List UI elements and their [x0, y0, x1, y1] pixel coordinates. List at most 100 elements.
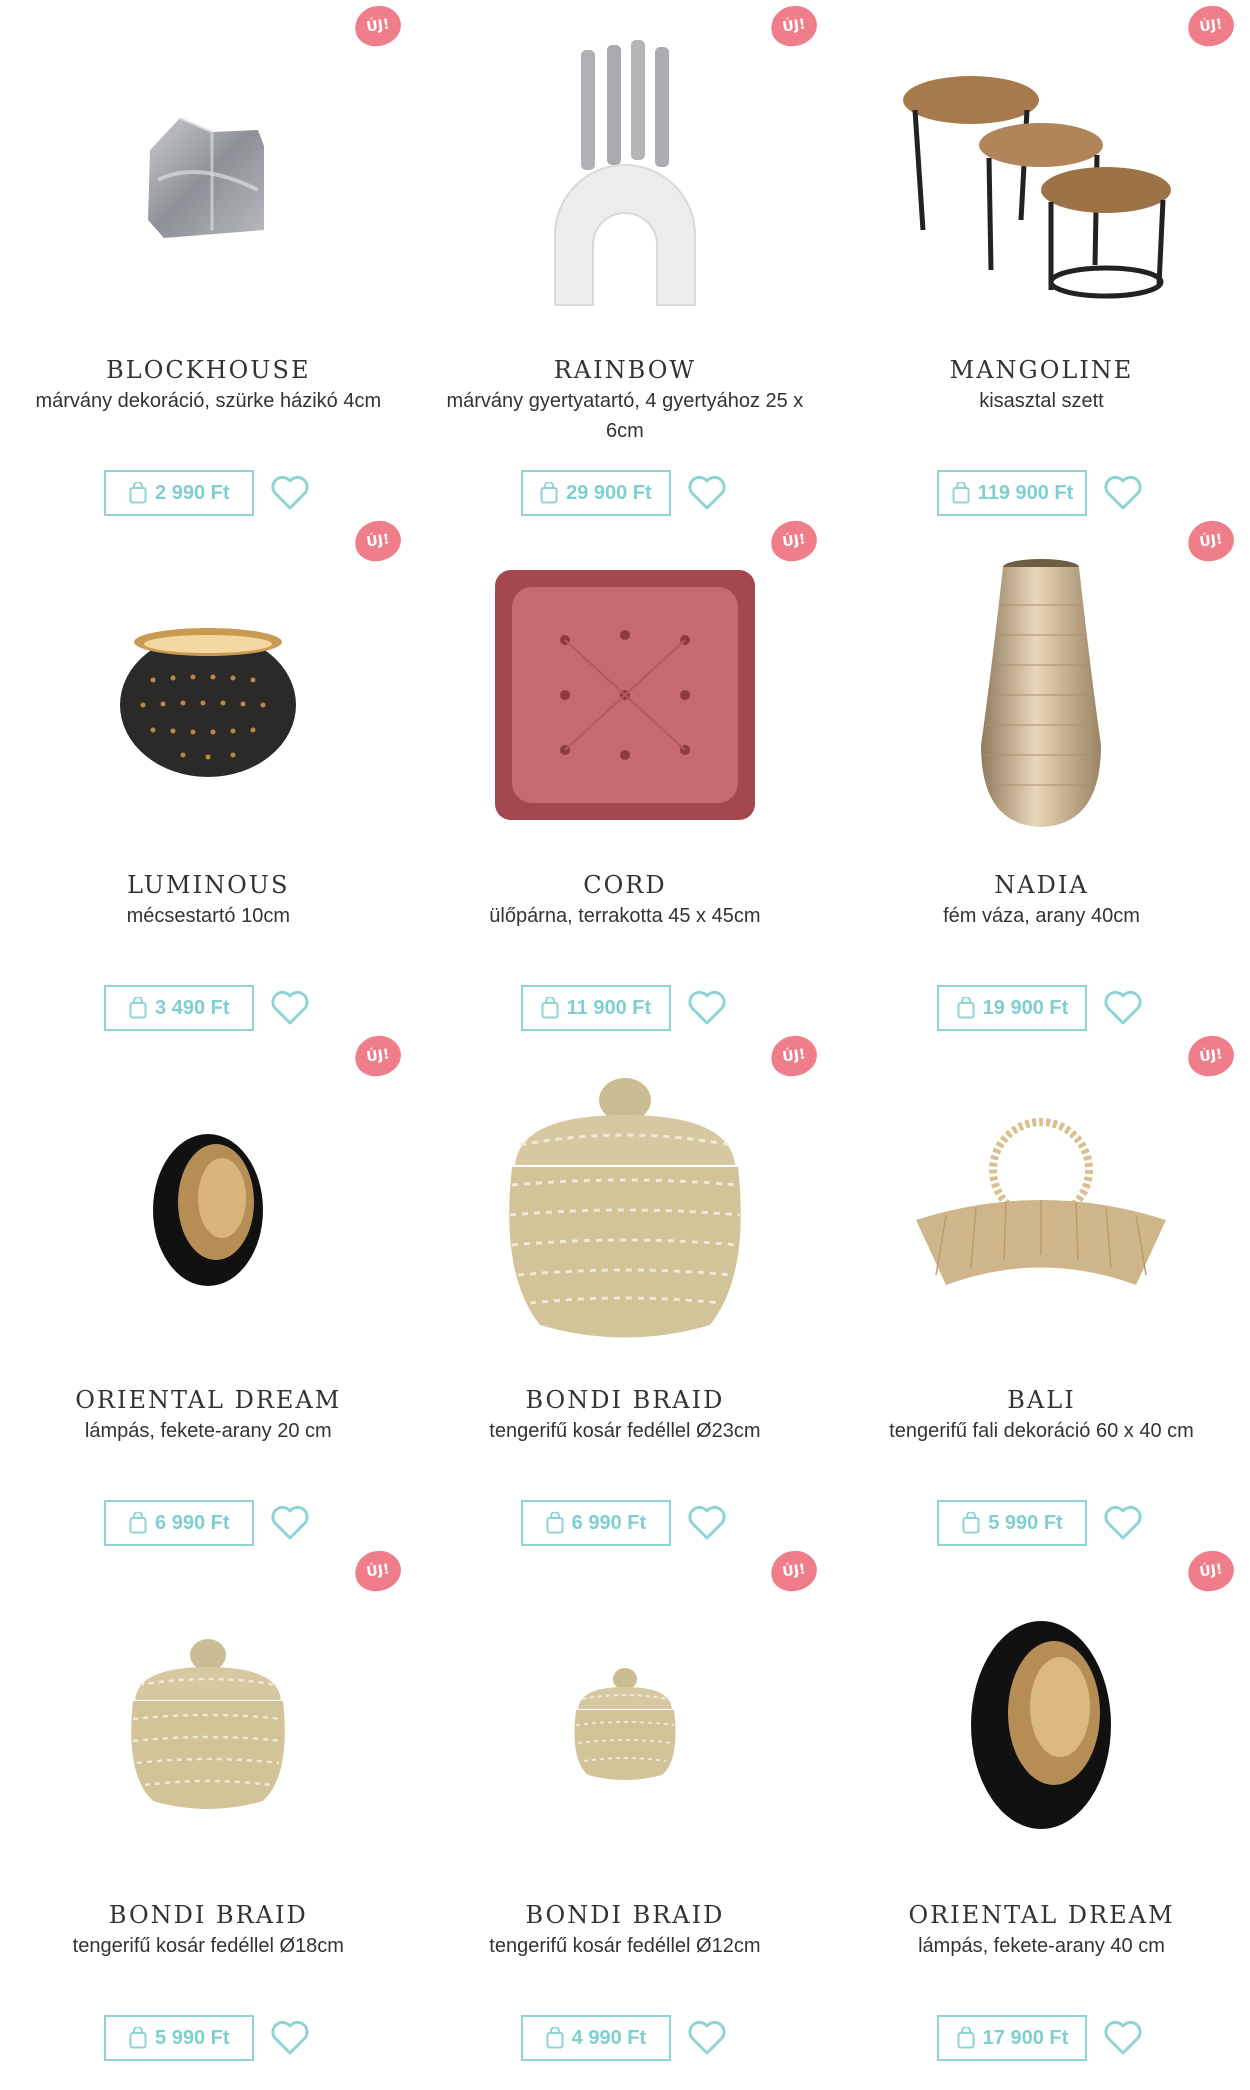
product-name[interactable]: BONDI BRAID	[525, 1901, 724, 1929]
shopping-bag-icon	[541, 997, 559, 1019]
product-description: ülőpárna, terrakotta 45 x 45cm	[489, 905, 761, 927]
product-image-egg-lantern-small[interactable]	[58, 1060, 358, 1360]
wishlist-button[interactable]	[1101, 2016, 1145, 2060]
product-image-arch-candle-holder[interactable]	[475, 30, 775, 330]
product-description: kisasztal szett	[979, 390, 1104, 412]
heart-icon	[688, 475, 726, 510]
shopping-bag-icon	[540, 482, 558, 504]
product-name[interactable]: BONDI BRAID	[525, 1386, 724, 1414]
price-label: 11 900 Ft	[566, 996, 652, 1019]
product-description: márvány gyertyatartó, 4 gyertyához 25 x …	[446, 390, 804, 442]
add-to-cart-button[interactable]: 5 990 Ft	[937, 1500, 1088, 1546]
wishlist-button[interactable]	[685, 1501, 729, 1545]
product-card[interactable]: ÚJ! CORD ülőpárna, terrakotta 45 x 45cm …	[417, 515, 834, 1031]
wishlist-button[interactable]	[268, 1501, 312, 1545]
product-image-floor-cushion[interactable]	[475, 545, 775, 845]
shopping-bag-icon	[957, 997, 975, 1019]
heart-icon	[1104, 2020, 1143, 2055]
new-badge: ÚJ!	[352, 1547, 404, 1595]
add-to-cart-button[interactable]: 11 900 Ft	[520, 985, 671, 1031]
product-description: tengerifű kosár fedéllel Ø18cm	[72, 1935, 344, 1957]
add-to-cart-button[interactable]: 6 990 Ft	[104, 1500, 255, 1546]
product-card[interactable]: ÚJ! BONDI BRAID tengerifű kosár fedéllel…	[0, 1545, 417, 2061]
shopping-bag-icon	[546, 2027, 564, 2049]
product-name[interactable]: BLOCKHOUSE	[106, 356, 310, 384]
product-image-gold-vase[interactable]	[891, 545, 1191, 845]
product-card[interactable]: ÚJ! MANGOLINE kisasztal szett 119 900 Ft	[833, 0, 1250, 516]
product-card[interactable]: ÚJ! ORIENTAL DREAM lámpás, fekete-arany …	[833, 1545, 1250, 2061]
product-card[interactable]: ÚJ! NADIA fém váza, arany 40cm 19 900 Ft	[833, 515, 1250, 1031]
new-badge: ÚJ!	[352, 2, 404, 50]
product-name[interactable]: BALI	[1007, 1386, 1075, 1414]
product-image-basket-large[interactable]	[475, 1060, 775, 1360]
product-description: mécsestartó 10cm	[126, 905, 290, 927]
product-card[interactable]: ÚJ! ORIENTAL DREAM lámpás, fekete-arany …	[0, 1030, 417, 1546]
product-description: tengerifű kosár fedéllel Ø23cm	[489, 1420, 761, 1442]
product-name[interactable]: ORIENTAL DREAM	[75, 1386, 341, 1414]
add-to-cart-button[interactable]: 2 990 Ft	[104, 470, 255, 516]
wishlist-button[interactable]	[685, 986, 729, 1030]
wishlist-button[interactable]	[685, 2016, 729, 2060]
shopping-bag-icon	[129, 2027, 147, 2049]
wishlist-button[interactable]	[1101, 471, 1145, 515]
add-to-cart-button[interactable]: 5 990 Ft	[104, 2015, 255, 2061]
product-image-basket-small[interactable]	[475, 1575, 775, 1875]
new-badge: ÚJ!	[1185, 1032, 1237, 1080]
product-image-wall-decor[interactable]	[891, 1060, 1191, 1360]
new-badge: ÚJ!	[1185, 2, 1237, 50]
product-image-marble-house[interactable]	[58, 30, 358, 330]
product-grid: ÚJ! BLOCKHOUSE márvány dekoráció, szürke…	[0, 0, 1250, 2090]
wishlist-button[interactable]	[1101, 986, 1145, 1030]
price-label: 6 990 Ft	[155, 1511, 230, 1534]
product-description: tengerifű fali dekoráció 60 x 40 cm	[889, 1420, 1194, 1442]
product-name[interactable]: LUMINOUS	[127, 871, 289, 899]
price-label: 29 900 Ft	[566, 481, 652, 504]
shopping-bag-icon	[129, 482, 147, 504]
add-to-cart-button[interactable]: 119 900 Ft	[937, 470, 1088, 516]
new-badge: ÚJ!	[768, 1032, 820, 1080]
add-to-cart-button[interactable]: 6 990 Ft	[520, 1500, 671, 1546]
product-card[interactable]: ÚJ! LUMINOUS mécsestartó 10cm 3 490 Ft	[0, 515, 417, 1031]
add-to-cart-button[interactable]: 29 900 Ft	[520, 470, 671, 516]
wishlist-button[interactable]	[268, 471, 312, 515]
product-name[interactable]: ORIENTAL DREAM	[908, 1901, 1174, 1929]
new-badge: ÚJ!	[352, 517, 404, 565]
product-name[interactable]: CORD	[583, 871, 666, 899]
new-badge: ÚJ!	[768, 2, 820, 50]
wishlist-button[interactable]	[1101, 1501, 1145, 1545]
product-image-nesting-tables[interactable]	[891, 30, 1191, 330]
wishlist-button[interactable]	[268, 986, 312, 1030]
product-image-basket-medium[interactable]	[58, 1575, 358, 1875]
product-image-egg-lantern-large[interactable]	[891, 1575, 1191, 1875]
product-card[interactable]: ÚJ! BONDI BRAID tengerifű kosár fedéllel…	[417, 1545, 834, 2061]
heart-icon	[1104, 1505, 1143, 1540]
add-to-cart-button[interactable]: 3 490 Ft	[104, 985, 255, 1031]
product-name[interactable]: RAINBOW	[554, 356, 696, 384]
add-to-cart-button[interactable]: 4 990 Ft	[520, 2015, 671, 2061]
price-label: 6 990 Ft	[571, 1511, 647, 1534]
product-card[interactable]: ÚJ! BONDI BRAID tengerifű kosár fedéllel…	[417, 1030, 834, 1546]
price-label: 4 990 Ft	[571, 2026, 647, 2049]
price-label: 119 900 Ft	[977, 481, 1074, 504]
shopping-bag-icon	[129, 997, 147, 1019]
product-card[interactable]: ÚJ! BALI tengerifű fali dekoráció 60 x 4…	[833, 1030, 1250, 1546]
shopping-bag-icon	[952, 482, 970, 504]
new-badge: ÚJ!	[1185, 1547, 1237, 1595]
product-description: lámpás, fekete-arany 40 cm	[918, 1935, 1165, 1957]
product-name[interactable]: MANGOLINE	[950, 356, 1134, 384]
product-card[interactable]: ÚJ! BLOCKHOUSE márvány dekoráció, szürke…	[0, 0, 417, 516]
add-to-cart-button[interactable]: 17 900 Ft	[937, 2015, 1088, 2061]
price-label: 2 990 Ft	[155, 481, 230, 504]
add-to-cart-button[interactable]: 19 900 Ft	[937, 985, 1088, 1031]
product-image-tealight-holder[interactable]	[58, 545, 358, 845]
price-label: 3 490 Ft	[155, 996, 230, 1019]
price-label: 5 990 Ft	[988, 1511, 1063, 1534]
wishlist-button[interactable]	[685, 471, 729, 515]
heart-icon	[1104, 990, 1143, 1025]
product-name[interactable]: NADIA	[994, 871, 1088, 899]
wishlist-button[interactable]	[268, 2016, 312, 2060]
product-name[interactable]: BONDI BRAID	[109, 1901, 308, 1929]
shopping-bag-icon	[957, 2027, 975, 2049]
heart-icon	[271, 475, 309, 510]
product-card[interactable]: ÚJ! RAINBOW márvány gyertyatartó, 4 gyer…	[417, 0, 834, 516]
